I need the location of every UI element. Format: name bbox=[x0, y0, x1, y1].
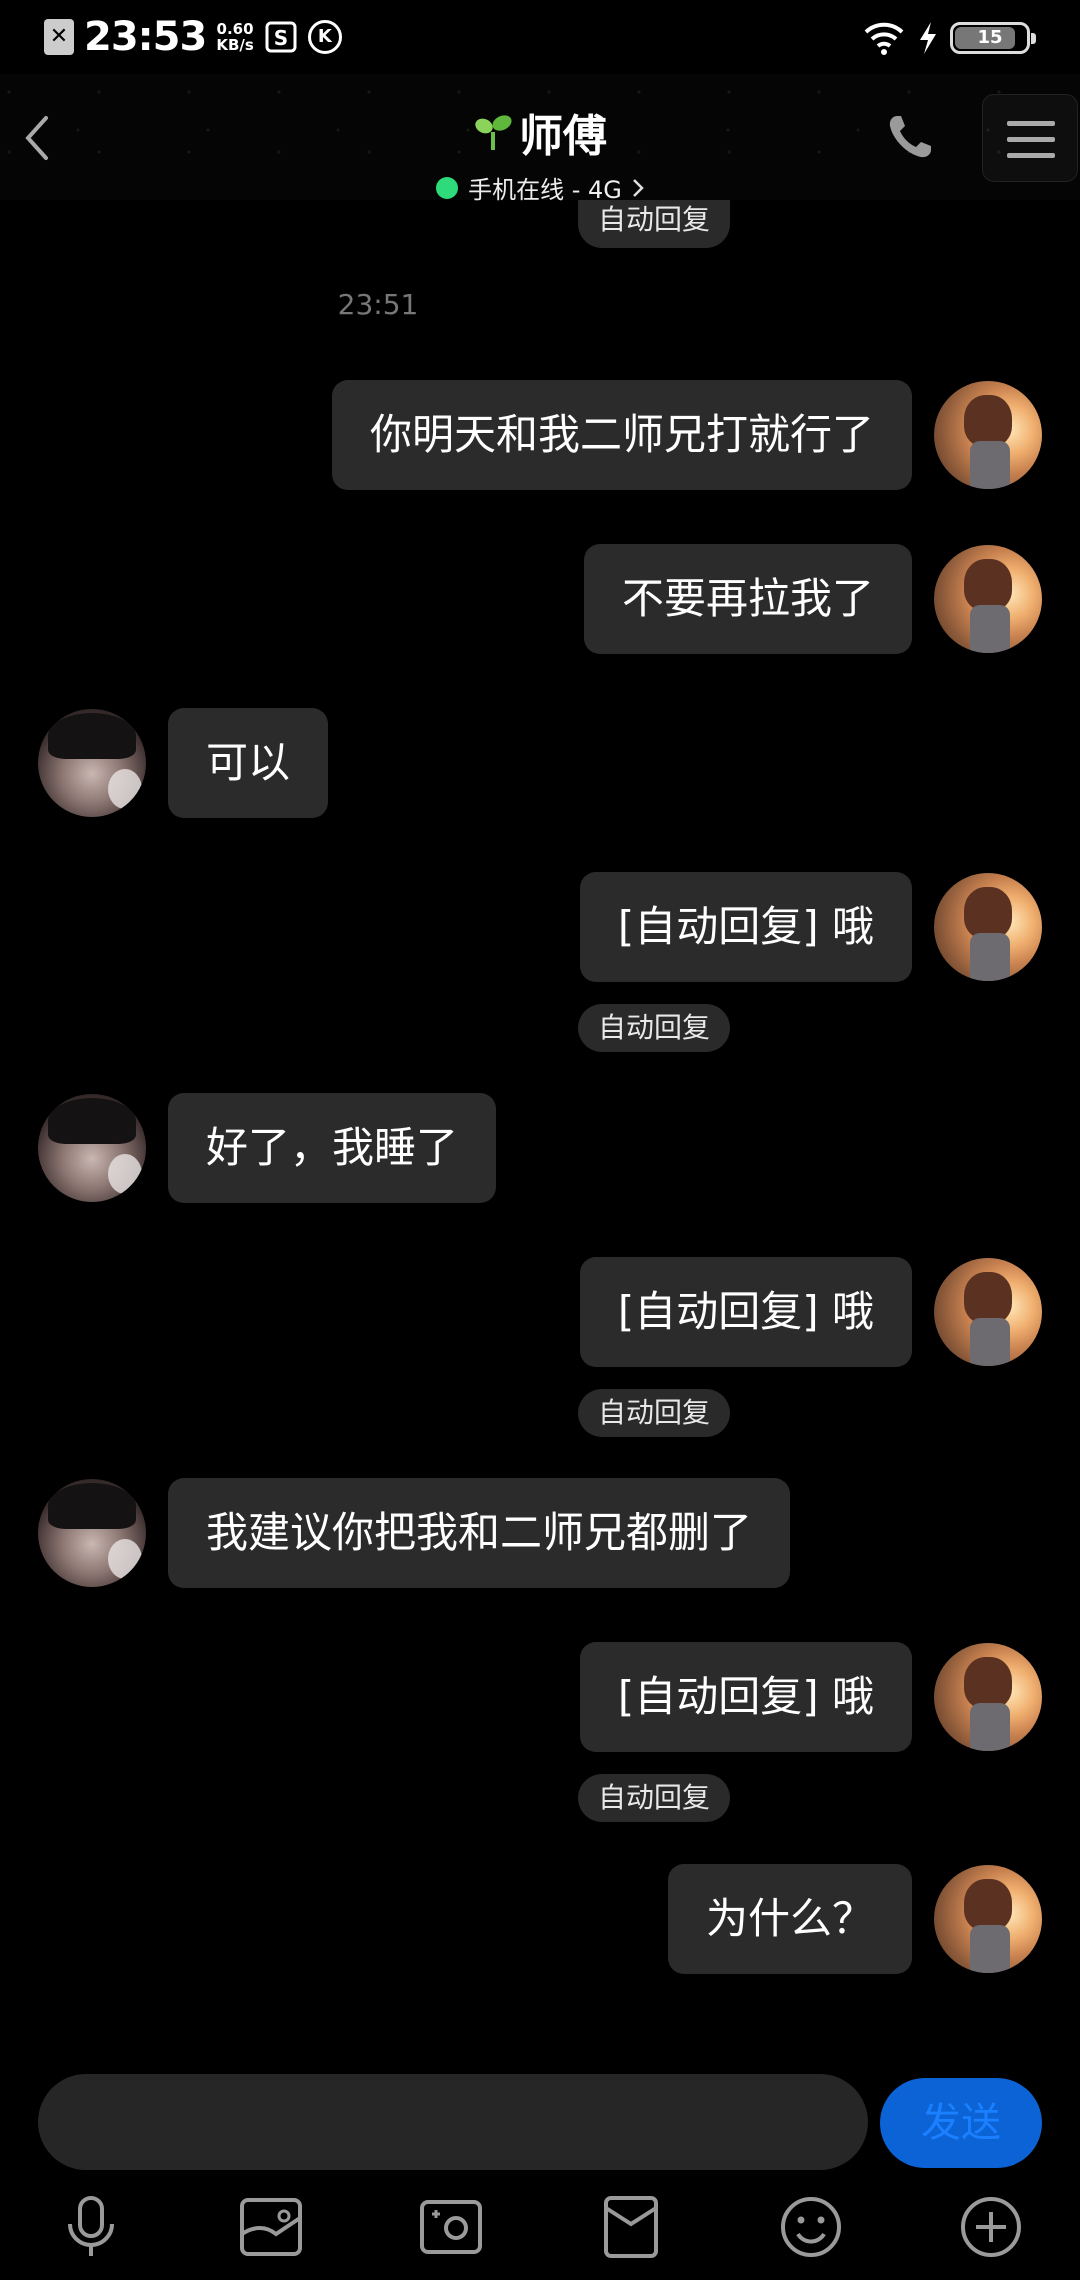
voice-button[interactable] bbox=[56, 2192, 126, 2262]
my-avatar[interactable] bbox=[934, 873, 1042, 981]
chevron-right-icon bbox=[633, 178, 644, 197]
call-button[interactable] bbox=[885, 112, 935, 162]
phone-icon bbox=[889, 116, 931, 158]
message-input[interactable] bbox=[38, 2074, 868, 2170]
status-bar: ✕ 23:53 0.60 KB/s S K 15 bbox=[0, 0, 1080, 74]
wifi-icon bbox=[864, 22, 904, 55]
contact-avatar[interactable] bbox=[38, 1094, 146, 1202]
plus-icon bbox=[961, 2197, 1021, 2257]
online-dot-icon bbox=[436, 176, 459, 199]
menu-line bbox=[1007, 121, 1055, 126]
microphone-icon bbox=[68, 2196, 114, 2256]
auto-reply-tag: 自动回复 bbox=[578, 1004, 731, 1052]
battery-icon: 15 bbox=[950, 22, 1036, 54]
charging-icon bbox=[920, 22, 936, 54]
auto-reply-tag: 自动回复 bbox=[578, 1389, 731, 1437]
k-app-icon: K bbox=[307, 20, 342, 54]
auto-reply-tag: 自动回复 bbox=[578, 1774, 731, 1822]
camera-icon bbox=[420, 2200, 482, 2254]
my-avatar[interactable] bbox=[934, 1258, 1042, 1366]
my-avatar[interactable] bbox=[934, 1643, 1042, 1751]
battery-level: 15 bbox=[977, 27, 1003, 48]
received-message-bubble[interactable]: 好了，我睡了 bbox=[168, 1093, 497, 1203]
image-icon bbox=[240, 2198, 302, 2256]
sent-message-bubble[interactable]: [自动回复] 哦 bbox=[579, 1257, 912, 1367]
menu-button[interactable] bbox=[982, 94, 1078, 182]
sent-message-bubble[interactable]: 不要再拉我了 bbox=[583, 544, 912, 654]
status-left: ✕ 23:53 0.60 KB/s S K bbox=[44, 12, 342, 62]
received-message-bubble[interactable]: 我建议你把我和二师兄都删了 bbox=[168, 1478, 791, 1588]
sent-message-bubble[interactable]: [自动回复] 哦 bbox=[579, 872, 912, 982]
my-avatar[interactable] bbox=[934, 381, 1042, 489]
sprout-icon bbox=[475, 115, 512, 150]
message-list[interactable]: 自动回复 23:51 你明天和我二师兄打就行了 不要再拉我了 可以 [自动回复]… bbox=[0, 200, 1080, 2070]
status-time: 23:53 bbox=[84, 14, 207, 60]
contact-name: 师傅 bbox=[519, 111, 607, 162]
speed-unit: KB/s bbox=[216, 36, 254, 54]
received-message-bubble[interactable]: 可以 bbox=[168, 708, 329, 818]
sent-message-bubble[interactable]: 你明天和我二师兄打就行了 bbox=[331, 380, 912, 490]
screenshot-app-icon: S bbox=[265, 21, 297, 53]
contact-avatar[interactable] bbox=[38, 1479, 146, 1587]
image-button[interactable] bbox=[236, 2192, 306, 2262]
speed-value: 0.60 bbox=[216, 20, 254, 38]
emoji-button[interactable] bbox=[776, 2192, 846, 2262]
sent-message-bubble[interactable]: 为什么？ bbox=[667, 1864, 912, 1974]
input-toolbar bbox=[0, 2180, 1080, 2280]
menu-line bbox=[1007, 137, 1055, 142]
sent-message-bubble[interactable]: [自动回复] 哦 bbox=[579, 1642, 912, 1752]
message-timestamp: 23:51 bbox=[337, 288, 419, 321]
red-packet-button[interactable] bbox=[596, 2192, 666, 2262]
network-speed: 0.60 KB/s bbox=[216, 21, 253, 53]
more-button[interactable] bbox=[956, 2192, 1026, 2262]
camera-button[interactable] bbox=[416, 2192, 486, 2262]
input-bar: 发送 bbox=[0, 2070, 1080, 2180]
svg-text:S: S bbox=[274, 26, 288, 50]
menu-line bbox=[1007, 153, 1055, 158]
notification-x-icon: ✕ bbox=[44, 19, 74, 55]
chat-header: 师傅 手机在线 - 4G bbox=[0, 74, 1080, 204]
status-right: 15 bbox=[862, 16, 1036, 60]
red-packet-icon bbox=[604, 2196, 658, 2258]
emoji-icon bbox=[781, 2197, 841, 2257]
auto-reply-tag: 自动回复 bbox=[578, 200, 731, 248]
my-avatar[interactable] bbox=[934, 1865, 1042, 1973]
my-avatar[interactable] bbox=[934, 545, 1042, 653]
contact-title: 师傅 bbox=[473, 100, 607, 164]
send-button[interactable]: 发送 bbox=[880, 2078, 1042, 2168]
contact-avatar[interactable] bbox=[38, 709, 146, 817]
